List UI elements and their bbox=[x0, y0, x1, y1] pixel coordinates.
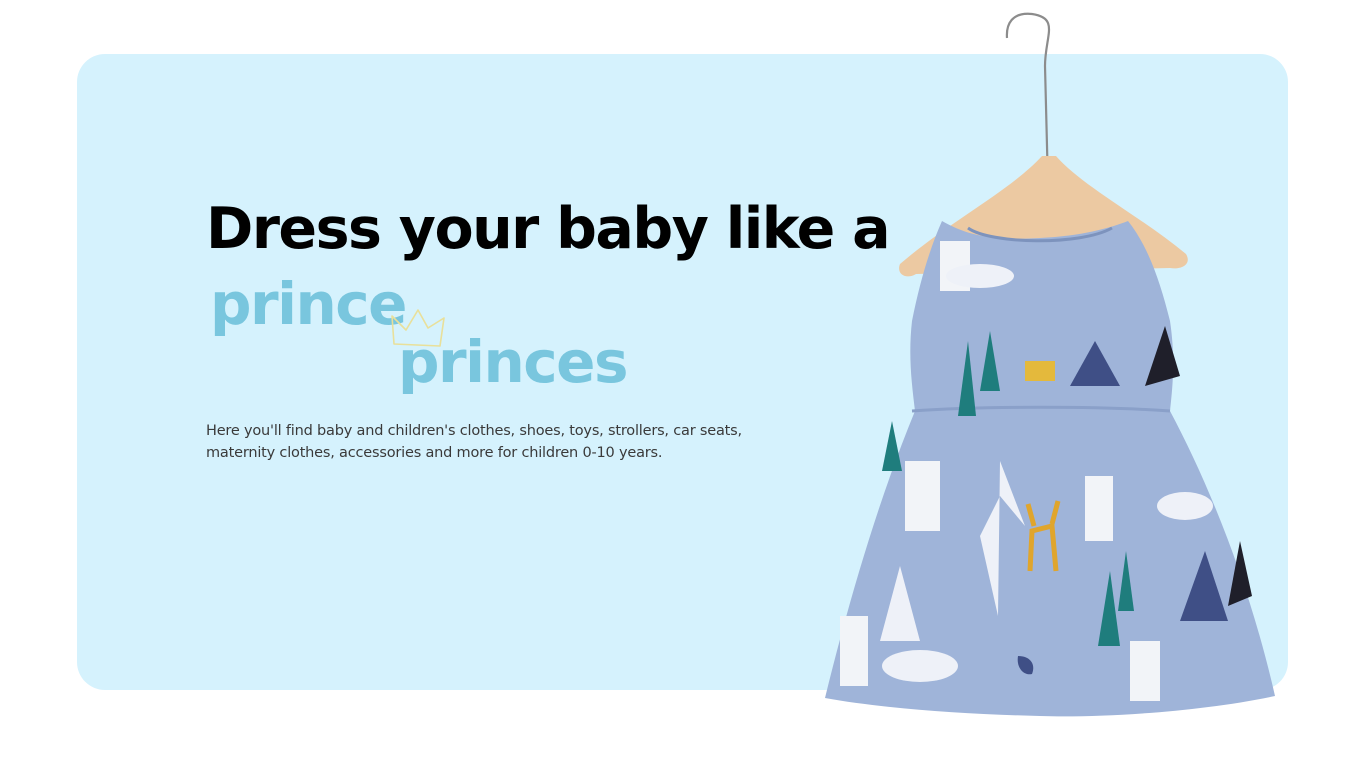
hero-word-princes: princes bbox=[398, 328, 629, 396]
hero-description: Here you'll find baby and children's clo… bbox=[206, 423, 742, 461]
hero-headline: Dress your baby like a bbox=[206, 196, 891, 262]
product-image-dress bbox=[825, 12, 1275, 717]
hero-word-prince: prince bbox=[210, 270, 408, 338]
